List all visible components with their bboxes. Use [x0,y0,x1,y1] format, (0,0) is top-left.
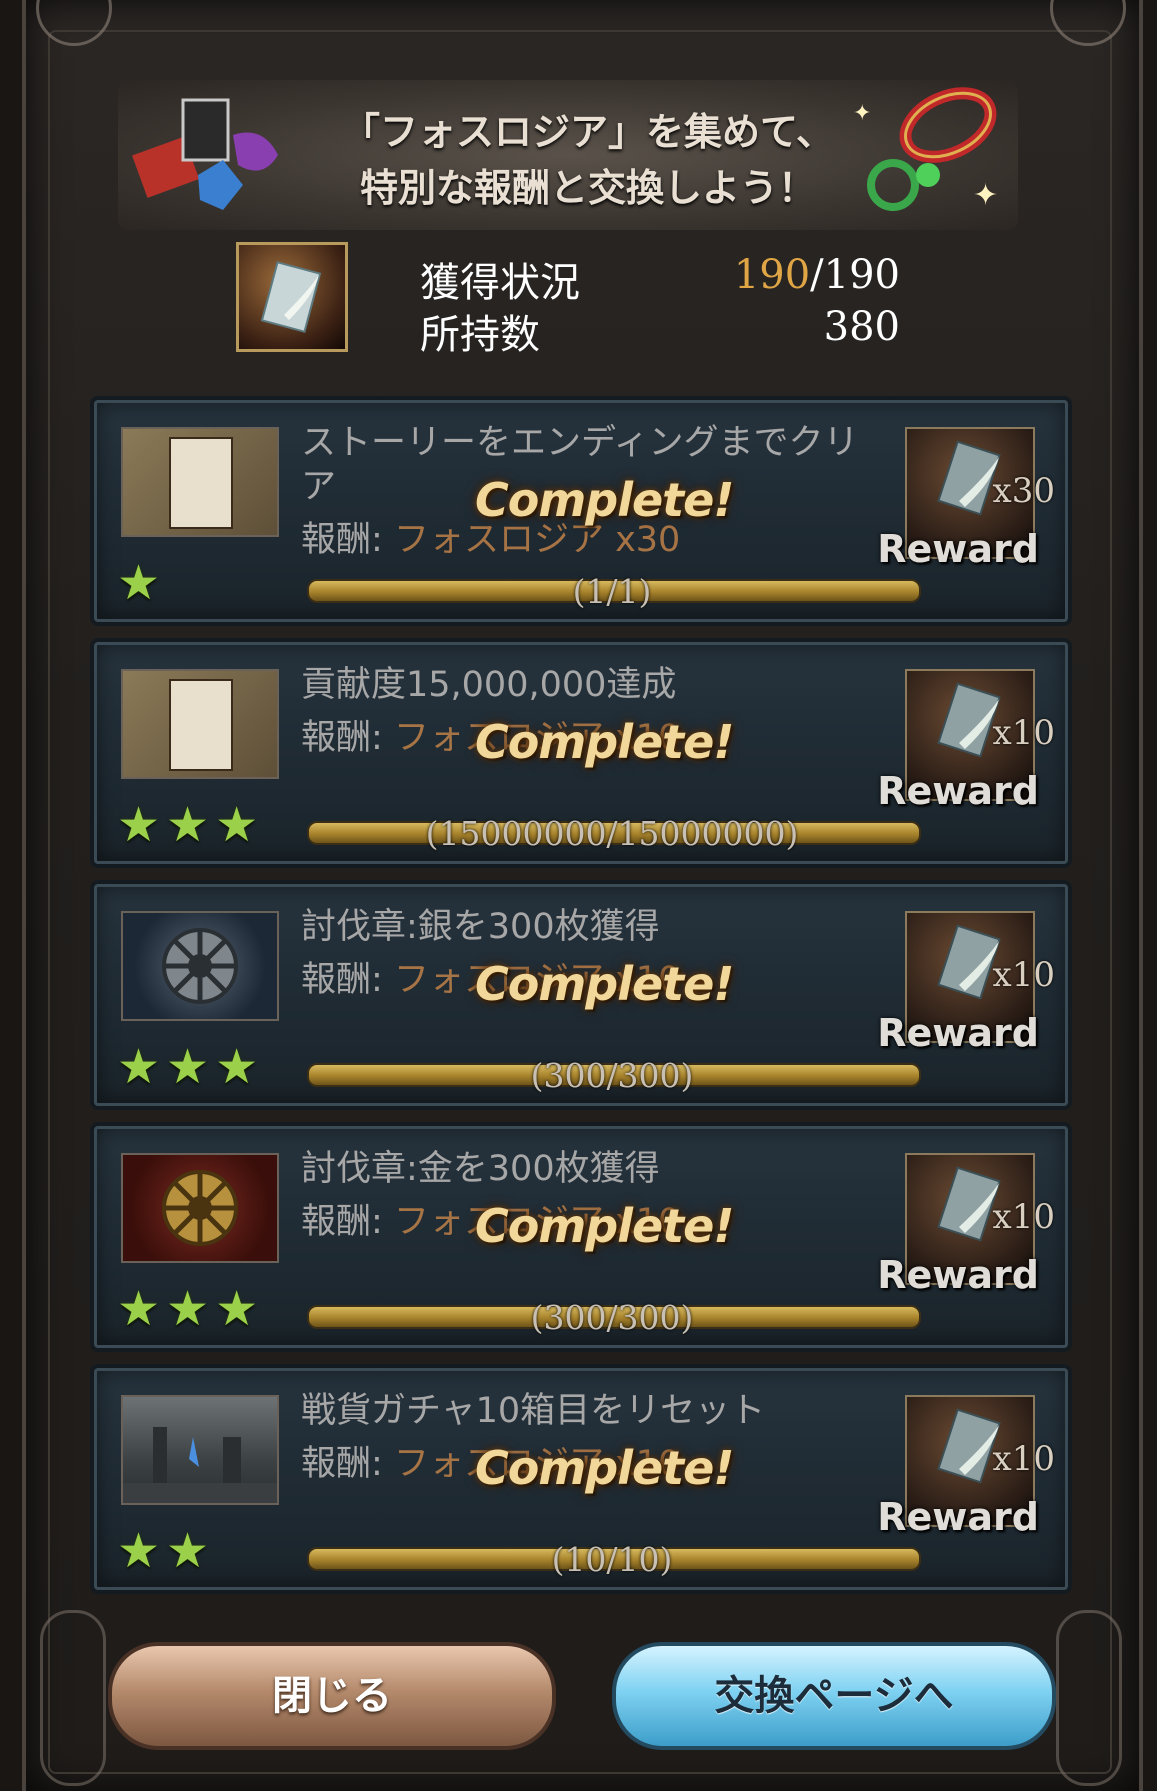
svg-text:✦: ✦ [973,178,998,213]
ruins-landscape-icon [123,1427,277,1503]
gold-medal-icon [162,1170,238,1246]
progress-text: (10/10) [551,1540,673,1579]
mission-title: 討伐章:金を300枚獲得 [301,1149,660,1189]
acquired-label: 獲得状況 [420,260,580,306]
mission-thumbnail [121,427,279,537]
reward-label: Reward [877,1253,1039,1297]
book-feather-icon [260,261,322,333]
close-button[interactable]: 閉じる [108,1642,556,1750]
reward-label: Reward [877,527,1039,571]
silver-medal-icon [162,928,238,1004]
mission-reward-prefix: 報酬: [301,718,383,758]
mission-reward-prefix: 報酬: [301,1444,383,1484]
acquired-total: /190 [810,252,900,298]
mission-reward-prefix: 報酬: [301,1202,383,1242]
reward-label: Reward [877,769,1039,813]
complete-label: Complete! [475,473,734,527]
complete-label: Complete! [475,1441,734,1495]
item-bundle-icon [132,98,278,210]
owned-label: 所持数 [420,312,540,358]
reward-label: Reward [877,1011,1039,1055]
reward-quantity: x10 [992,1439,1055,1479]
mission-card[interactable]: 討伐章:銀を300枚獲得 報酬: フォスロジア x10 Complete! ★★… [94,884,1068,1106]
mission-title: 戦貨ガチャ10箱目をリセット [301,1391,766,1431]
progress-text: (300/300) [530,1056,694,1095]
banner-line-2: 特別な報酬と交換しよう！ [359,165,816,210]
star-rating: ★★★ [117,1281,265,1337]
owned-value: 380 [823,304,900,350]
star-rating: ★★★ [117,797,265,853]
progress-text: (15000000/15000000) [425,814,799,853]
complete-label: Complete! [475,957,734,1011]
complete-label: Complete! [475,1199,734,1253]
reward-label: Reward [877,1495,1039,1539]
progress-text: (300/300) [530,1298,694,1337]
reward-quantity: x10 [992,713,1055,753]
mission-card[interactable]: 戦貨ガチャ10箱目をリセット 報酬: フォスロジア x10 Complete! … [94,1368,1068,1590]
mission-thumbnail [121,669,279,779]
progress-text: (1/1) [572,572,652,611]
mission-title: 討伐章:銀を300枚獲得 [301,907,660,947]
banner-message: 「フォスロジア」を集めて、 特別な報酬と交換しよう！ [328,104,848,216]
frame-ornament-bottom-left [40,1610,106,1786]
reward-quantity: x10 [992,955,1055,995]
exchange-page-button[interactable]: 交換ページへ [612,1642,1056,1750]
reward-quantity: x30 [992,471,1055,511]
mission-card[interactable]: 討伐章:金を300枚獲得 報酬: フォスロジア x10 Complete! ★★… [94,1126,1068,1348]
star-rating: ★★★ [117,1039,265,1095]
fosrogia-item-icon [236,242,348,352]
star-rating: ★★ [117,1523,216,1579]
mission-reward-prefix: 報酬: [301,520,383,560]
mission-thumbnail [121,1395,279,1505]
complete-label: Complete! [475,715,734,769]
reward-quantity: x10 [992,1197,1055,1237]
event-banner: 「フォスロジア」を集めて、 特別な報酬と交換しよう！ ✦ ✦ [118,80,1018,230]
rings-icon: ✦ ✦ [853,87,998,213]
acquired-current: 190 [733,252,811,298]
mission-reward-prefix: 報酬: [301,960,383,1000]
mission-card[interactable]: 貢献度15,000,000達成 報酬: フォスロジア x10 Complete!… [94,642,1068,864]
mission-thumbnail [121,1153,279,1263]
svg-text:✦: ✦ [853,101,871,126]
acquired-value: 190/190 [700,252,900,298]
mission-title: 貢献度15,000,000達成 [301,665,677,705]
mission-thumbnail [121,911,279,1021]
frame-ornament-bottom-right [1056,1610,1122,1786]
mission-card[interactable]: ストーリーをエンディングまでクリア 報酬: フォスロジア x30 Complet… [94,400,1068,622]
banner-line-1: 「フォスロジア」を集めて、 [341,109,835,154]
star-rating: ★ [117,555,167,611]
